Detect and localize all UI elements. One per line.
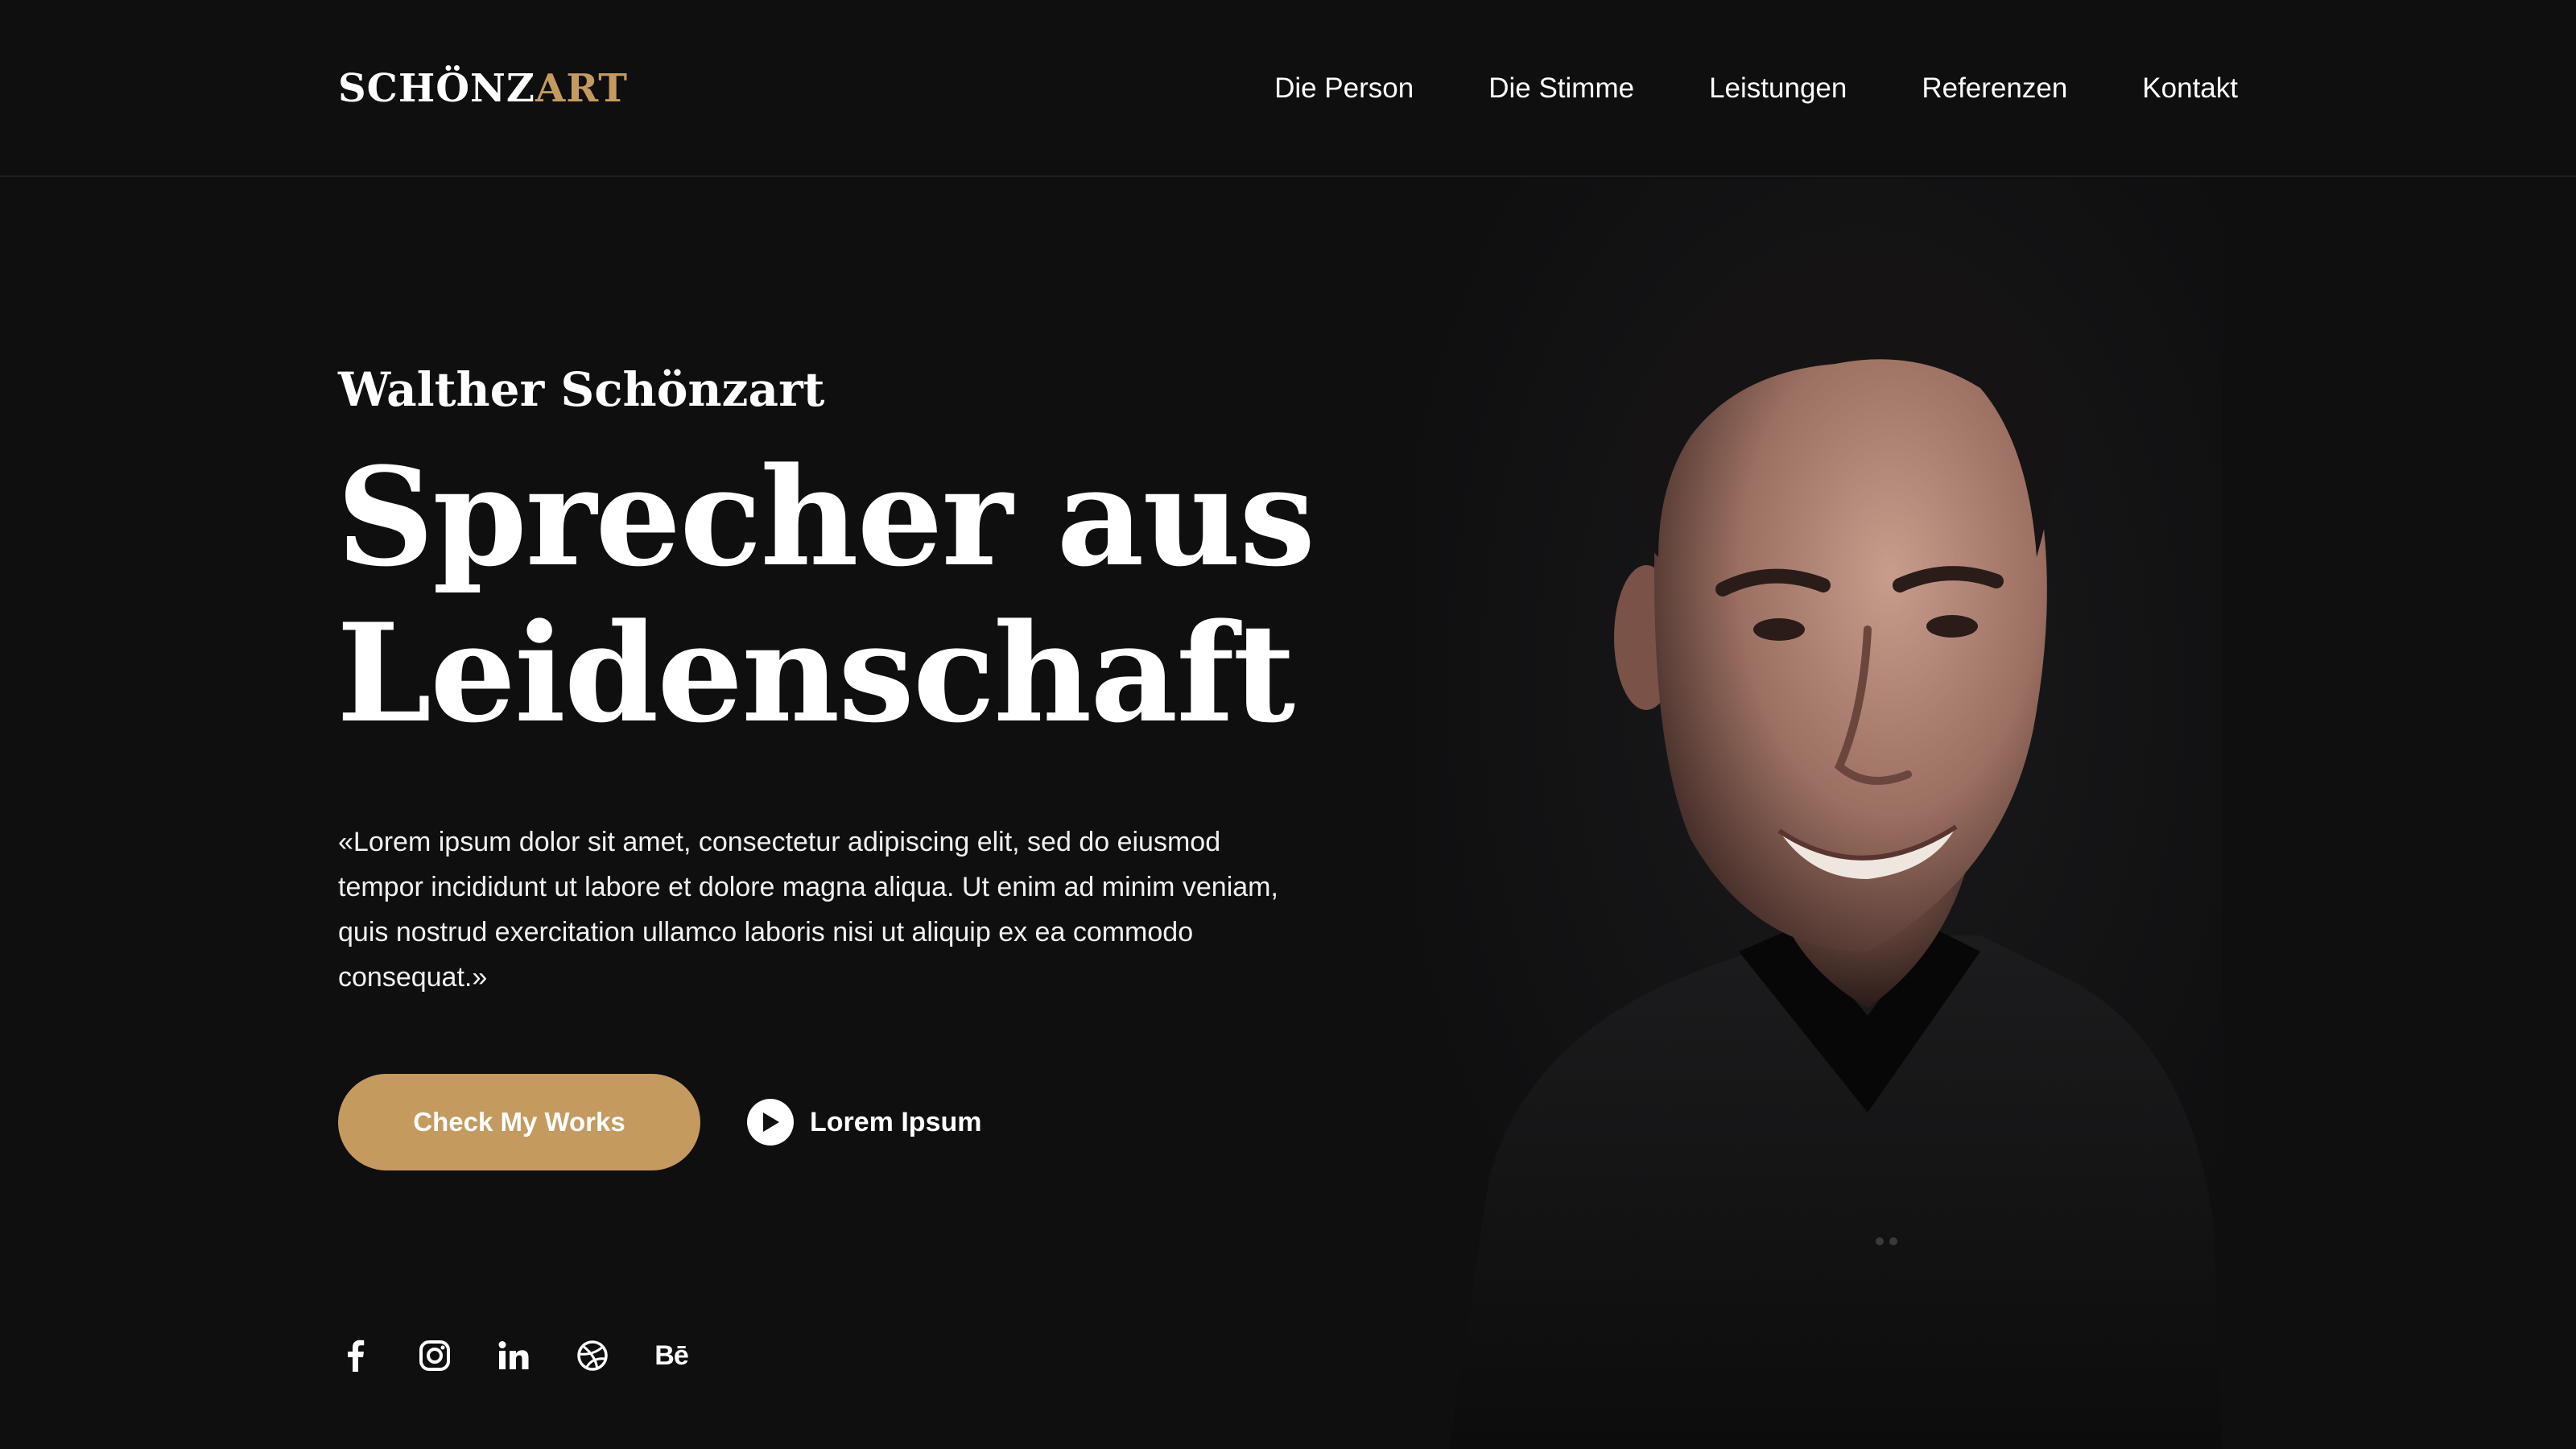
hero-headline: Sprecher aus Leidenschaft	[336, 437, 1315, 753]
instagram-icon[interactable]	[415, 1336, 454, 1375]
nav-item-die-stimme[interactable]: Die Stimme	[1488, 69, 1634, 108]
site-header: SCHÖNZART Die Person Die Stimme Leistung…	[0, 0, 2576, 177]
nav-item-kontakt[interactable]: Kontakt	[2142, 69, 2238, 108]
nav-item-leistungen[interactable]: Leistungen	[1709, 69, 1847, 108]
dribbble-icon[interactable]	[573, 1336, 612, 1375]
headline-line-1: Sprecher aus	[336, 437, 1315, 597]
nav-item-referenzen[interactable]: Referenzen	[1922, 69, 2067, 108]
check-my-works-button[interactable]: Check My Works	[338, 1074, 700, 1170]
cta-label: Check My Works	[413, 1107, 625, 1137]
main-nav: Die Person Die Stimme Leistungen Referen…	[1274, 69, 2238, 108]
headline-line-2: Leidenschaft	[336, 593, 1295, 753]
behance-icon[interactable]: Bē	[652, 1336, 691, 1375]
play-icon	[747, 1099, 794, 1146]
facebook-icon[interactable]	[336, 1336, 375, 1375]
hero-portrait	[1417, 179, 2222, 1449]
linkedin-icon[interactable]	[494, 1336, 533, 1375]
social-links: Bē	[336, 1336, 691, 1375]
site-logo[interactable]: SCHÖNZART	[338, 64, 628, 113]
play-label: Lorem Ipsum	[810, 1106, 982, 1137]
play-video-button[interactable]: Lorem Ipsum	[747, 1096, 981, 1148]
logo-accent: ART	[535, 66, 628, 111]
person-name: Walther Schönzart	[338, 362, 825, 417]
logo-main: SCHÖNZ	[338, 66, 535, 111]
nav-item-die-person[interactable]: Die Person	[1274, 69, 1414, 108]
hero-quote: «Lorem ipsum dolor sit amet, consectetur…	[338, 827, 1278, 993]
